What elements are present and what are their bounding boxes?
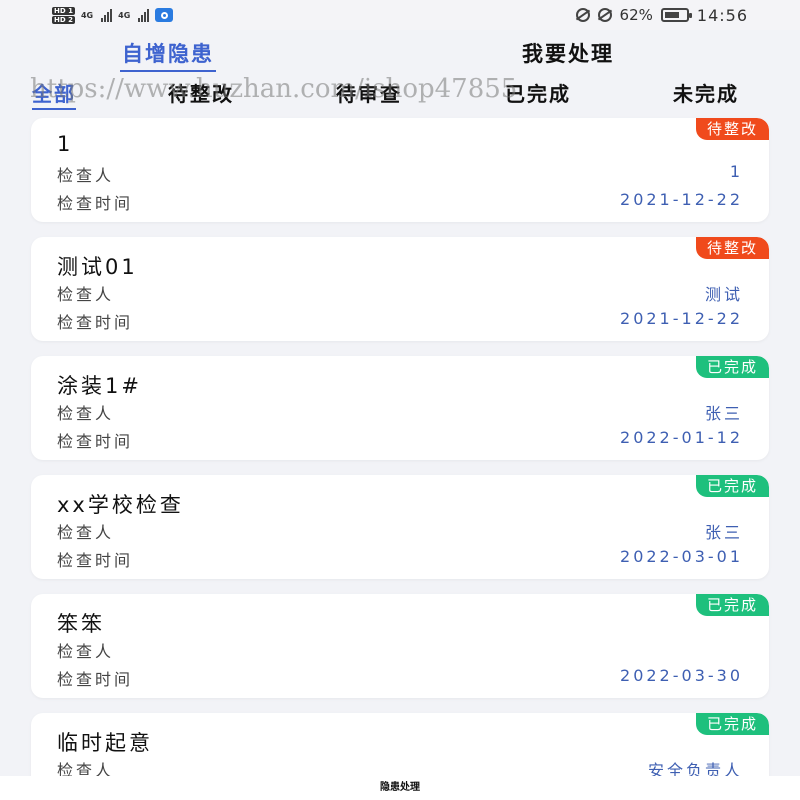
top-tabs: 自增隐患 我要处理 — [0, 38, 800, 74]
clock: 14:56 — [696, 5, 748, 25]
sim-indicators: HD 1 HD 2 — [52, 6, 75, 24]
inspector-label: 检查人 — [57, 285, 115, 304]
tab-label: 自增隐患 — [122, 42, 214, 66]
hazard-card[interactable]: 已完成 xx学校检查 检查人 张三 检查时间 2022-03-01 — [31, 475, 769, 579]
network-type-2: 4G — [118, 10, 131, 20]
filter-tab-all[interactable]: 全部 — [32, 78, 76, 110]
alarm-off-icon — [575, 8, 590, 22]
filter-tab-pending-review[interactable]: 待审查 — [336, 78, 402, 107]
filter-tab-label: 未完成 — [673, 82, 739, 106]
inspect-time-label: 检查时间 — [57, 194, 134, 213]
inspect-time-value: 2022-01-12 — [620, 428, 743, 447]
status-badge: 已完成 — [695, 475, 769, 497]
inspect-time-row: 检查时间 2022-01-12 — [57, 428, 743, 451]
inspect-time-value: 2021-12-22 — [620, 190, 743, 209]
inspector-label: 检查人 — [57, 523, 115, 542]
inspect-time-row: 检查时间 2021-12-22 — [57, 309, 743, 332]
tab-self-hazards[interactable]: 自增隐患 — [120, 38, 216, 72]
status-badge: 待整改 — [695, 118, 769, 140]
inspector-label: 检查人 — [57, 166, 115, 185]
hazard-title: 测试01 — [57, 255, 138, 279]
inspector-value: 测试 — [704, 285, 743, 304]
inspector-label: 检查人 — [57, 404, 115, 423]
inspector-row: 检查人 张三 — [57, 519, 743, 542]
status-badge: 已完成 — [695, 594, 769, 616]
inspector-row: 检查人 1 — [57, 162, 743, 185]
filter-tabs: 全部 待整改 待审查 已完成 未完成 — [0, 78, 800, 110]
inspector-row: 检查人 — [57, 638, 743, 661]
filter-tab-label: 全部 — [32, 82, 76, 106]
mute-icon — [597, 8, 612, 22]
filter-tab-label: 已完成 — [505, 82, 571, 106]
hazard-card[interactable]: 已完成 涂装1# 检查人 张三 检查时间 2022-01-12 — [31, 356, 769, 460]
hazard-title: 临时起意 — [57, 731, 153, 755]
camera-app-icon — [155, 8, 174, 22]
bottom-title: 隐患处理 — [380, 782, 420, 793]
filter-tab-completed[interactable]: 已完成 — [505, 78, 571, 107]
hazard-title: 1 — [57, 132, 74, 156]
network-type-1: 4G — [80, 10, 94, 20]
hazard-card[interactable]: 待整改 测试01 检查人 测试 检查时间 2021-12-22 — [31, 237, 769, 341]
inspector-row: 检查人 测试 — [57, 281, 743, 304]
hazard-title: 涂装1# — [57, 374, 142, 398]
inspect-time-row: 检查时间 2021-12-22 — [57, 190, 743, 213]
status-right: 62% 14:56 — [575, 5, 748, 25]
hazard-title: 笨笨 — [57, 612, 105, 636]
inspect-time-value: 2022-03-30 — [620, 666, 743, 685]
filter-tab-label: 待整改 — [168, 82, 234, 106]
status-badge: 待整改 — [695, 237, 769, 259]
inspect-time-value: 2021-12-22 — [620, 309, 743, 328]
active-tab-indicator — [120, 70, 216, 72]
status-left: HD 1 HD 2 4G 4G — [52, 6, 174, 24]
filter-tab-incomplete[interactable]: 未完成 — [673, 78, 739, 107]
inspector-value: 张三 — [704, 523, 743, 542]
status-bar: HD 1 HD 2 4G 4G 62% 14:56 — [0, 0, 800, 30]
hazard-list: 待整改 1 检查人 1 检查时间 2021-12-22 待整改 测试01 检查人… — [31, 118, 769, 800]
inspect-time-label: 检查时间 — [57, 551, 134, 570]
hazard-card[interactable]: 待整改 1 检查人 1 检查时间 2021-12-22 — [31, 118, 769, 222]
filter-tab-pending-rectify[interactable]: 待整改 — [168, 78, 234, 107]
filter-tab-label: 待审查 — [336, 82, 402, 106]
inspect-time-row: 检查时间 2022-03-30 — [57, 666, 743, 689]
battery-percent: 62% — [619, 6, 653, 24]
hazard-card[interactable]: 已完成 笨笨 检查人 检查时间 2022-03-30 — [31, 594, 769, 698]
inspector-value: 张三 — [704, 404, 743, 423]
inspector-label: 检查人 — [57, 642, 115, 661]
inspect-time-label: 检查时间 — [57, 313, 134, 332]
inspect-time-row: 检查时间 2022-03-01 — [57, 547, 743, 570]
battery-icon — [660, 8, 692, 22]
bottom-title-bar: 隐患处理 — [0, 776, 800, 800]
inspector-value: 1 — [729, 162, 743, 181]
status-badge: 已完成 — [695, 713, 769, 735]
inspect-time-label: 检查时间 — [57, 670, 134, 689]
tab-to-handle[interactable]: 我要处理 — [522, 38, 614, 68]
inspect-time-value: 2022-03-01 — [620, 547, 743, 566]
status-badge: 已完成 — [695, 356, 769, 378]
inspect-time-label: 检查时间 — [57, 432, 134, 451]
tab-label: 我要处理 — [522, 42, 614, 66]
signal-icon — [101, 8, 113, 22]
sim1-label: HD 1 — [52, 6, 75, 15]
hazard-title: xx学校检查 — [57, 493, 184, 517]
inspector-row: 检查人 张三 — [57, 400, 743, 423]
active-filter-indicator — [32, 108, 76, 110]
signal-icon — [138, 8, 150, 22]
sim2-label: HD 2 — [52, 15, 75, 24]
